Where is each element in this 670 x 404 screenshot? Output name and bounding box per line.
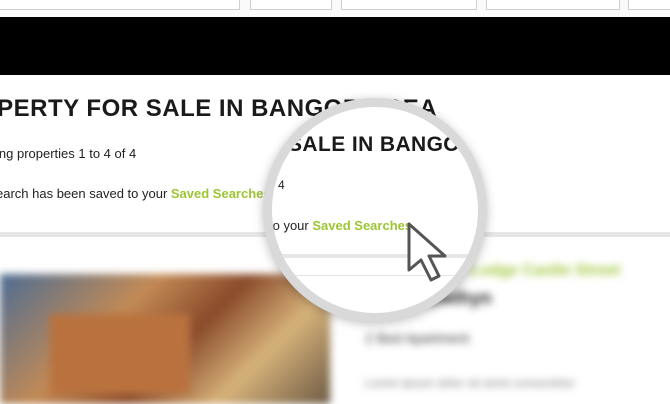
listing-title[interactable]: Lodge Castle Street: [470, 262, 620, 280]
filter-bar: [0, 0, 670, 17]
magnified-saved-message: to your Saved Searches: [269, 218, 412, 233]
magnified-title: SALE IN BANGO: [288, 133, 461, 156]
magnified-saved-link[interactable]: Saved Searches: [312, 218, 412, 233]
navigation-bar: [0, 17, 670, 75]
saved-search-message: earch has been saved to your Saved Searc…: [0, 186, 271, 201]
mouse-pointer-icon: [407, 222, 447, 282]
saved-searches-link[interactable]: Saved Searches: [171, 186, 271, 201]
filter-dropdown[interactable]: [486, 0, 620, 10]
property-photo[interactable]: [0, 274, 330, 404]
saved-search-text: earch has been saved to your: [0, 186, 171, 201]
magnified-count: 4: [278, 178, 285, 192]
photo-building: [50, 314, 190, 394]
listing-type: 2 Bed Apartment: [365, 330, 470, 346]
magnifier-lens: SALE IN BANGO 4 to your Saved Searches: [263, 98, 487, 322]
filter-dropdown[interactable]: [250, 0, 332, 10]
results-count: ing properties 1 to 4 of 4: [0, 146, 137, 161]
filter-dropdown[interactable]: [0, 0, 240, 10]
listing-description: Lorem ipsum dolor sit amet consectetur: [365, 376, 576, 390]
magnified-saved-text: to your: [269, 218, 313, 233]
filter-dropdown[interactable]: [341, 0, 477, 10]
filter-dropdown[interactable]: [628, 0, 670, 10]
